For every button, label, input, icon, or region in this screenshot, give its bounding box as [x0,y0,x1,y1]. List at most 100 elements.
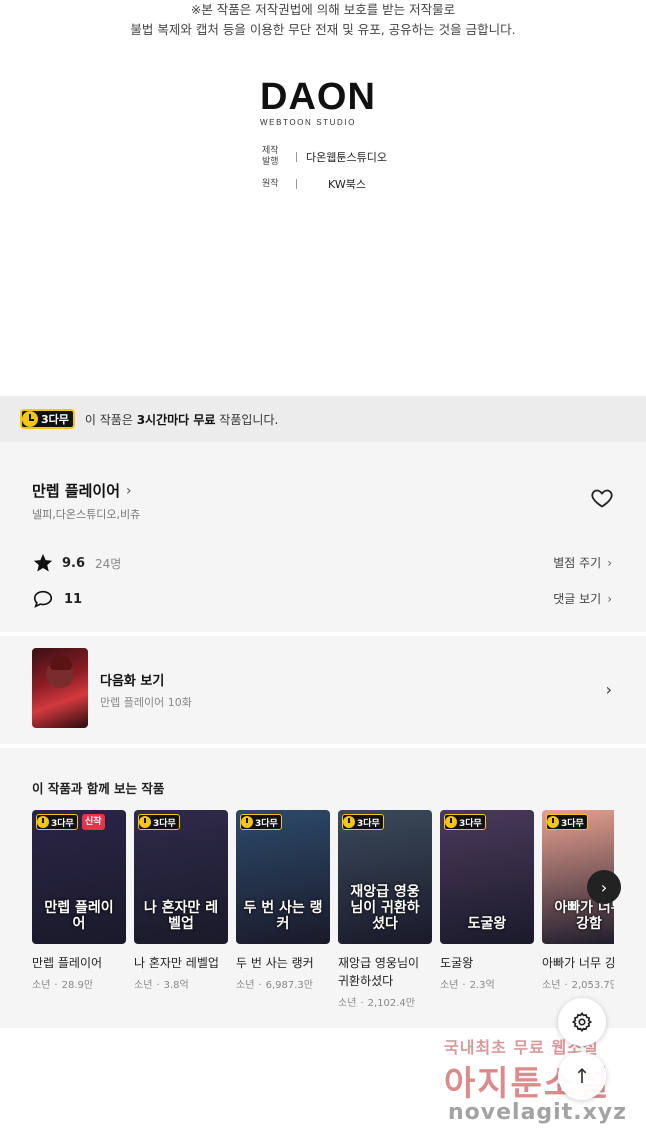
recommendation-card[interactable]: 3다무 신작 만렙 플레이어 만렙 플레이어 소년 · 28.9만 [32,810,126,991]
recommendations-section: 이 작품과 함께 보는 작품 3다무 신작 만렙 플레이어 만렙 플레이어 소년… [0,748,646,1028]
card-genre: 소년 [134,980,153,991]
credit-value: 다온웹툰스튜디오 [306,151,387,164]
studio-logo-text: DAON [260,76,376,118]
card-cover: 3다무 두 번 사는 랭커 [236,810,330,944]
carousel-next-button[interactable]: › [587,870,621,904]
next-episode-row[interactable]: 다음화 보기 만렙 플레이어 10화 › [0,636,646,744]
card-cover: 3다무 나 혼자만 레벨업 [134,810,228,944]
notice-line-1: ※본 작품은 저작권법에 의해 보호를 받는 저작물로 [190,2,456,17]
card-meta: 소년 · 6,987.3만 [236,980,313,991]
card-meta: 소년 · 2.3억 [440,980,495,991]
credits: 제작 발행 다온웹툰스튜디오 원작 KW북스 [262,146,387,200]
card-views: 3.8억 [163,980,189,991]
credit-value: KW북스 [328,178,366,191]
recommendation-card[interactable]: 3다무 나 혼자만 레벨업 나 혼자만 레벨업 소년 · 3.8억 [134,810,228,991]
card-genre: 소년 [440,980,459,991]
notice-line-2: 불법 복제와 캡처 등을 이용한 무단 전재 및 유포, 공유하는 것을 금합니… [130,22,516,37]
recommendation-card[interactable]: 3다무 도굴왕 도굴왕 소년 · 2.3억 [440,810,534,991]
card-meta: 소년 · 2,102.4만 [338,998,415,1009]
heart-icon[interactable] [590,486,614,510]
card-views: 2,053.7만 [571,980,614,991]
card-title: 두 번 사는 랭커 [236,956,314,970]
arrow-up-icon: ↑ [573,1064,591,1088]
rate-button[interactable]: 별점 주기 › [553,554,612,571]
card-views: 2,102.4만 [367,998,415,1009]
free-badge: 3다무 [36,814,78,830]
card-cover-title: 도굴왕 [467,916,507,932]
work-title-link[interactable]: 만렙 플레이어 › [32,480,132,501]
free-badge-label: 3다무 [459,818,482,829]
card-cover-title: 아빠가 너무 강함 [554,900,614,932]
chevron-right-icon: › [605,680,612,699]
free-badge: 3다무 [138,814,180,830]
free-badge: 3다무 [444,814,486,830]
divider [296,152,297,162]
recommendation-card[interactable]: 3다무 재앙급 영웅님이 귀환하셨다 재앙급 영웅님이 귀환하셨다 소년 · 2,1… [338,810,432,1009]
card-cover: 3다무 도굴왕 [440,810,534,944]
card-cover: 3다무 재앙급 영웅님이 귀환하셨다 [338,810,432,944]
rate-label: 별점 주기 [553,556,602,570]
chevron-right-icon: › [607,555,612,570]
card-views: 28.9만 [61,980,94,991]
free-badge-label: 3다무 [357,818,380,829]
card-title: 재앙급 영웅님이 귀환하셨다 [338,956,420,988]
divider [296,179,297,189]
card-meta: 소년 · 3.8억 [134,980,189,991]
scroll-top-button[interactable]: ↑ [558,1052,606,1100]
settings-button[interactable] [558,998,606,1046]
free-badge-label: 3다무 [41,413,69,426]
clock-icon [547,816,559,828]
card-cover-title: 재앙급 영웅님이 귀환하셨다 [350,884,420,932]
card-meta: 소년·2,053.7만 [542,976,614,991]
free-badge-label: 3다무 [51,818,74,829]
recommendations-carousel: 3다무 신작 만렙 플레이어 만렙 플레이어 소년 · 28.9만 3다무 나 혼자… [32,810,614,1020]
copyright-notice: ※본 작품은 저작권법에 의해 보호를 받는 저작물로 불법 복제와 캡처 등을… [0,0,646,40]
card-cover: 3다무 신작 만렙 플레이어 [32,810,126,944]
comments-button[interactable]: 댓글 보기 › [553,590,612,607]
work-info-panel: 만렙 플레이어 › 넬피,다온스튜디오,비츄 9.6 24명 별점 주기 › 1… [0,442,646,632]
free-badge: 3다무 [546,814,588,830]
next-episode-thumbnail [32,648,88,728]
free-badge: 3다무 [20,409,75,429]
next-episode-sub: 만렙 플레이어 10화 [100,696,192,709]
clock-icon [241,816,253,828]
card-meta: 소년 · 28.9만 [32,980,94,991]
rating-row: 9.6 24명 [32,552,121,574]
studio-logo-sub: WEBTOON STUDIO [260,118,357,127]
clock-icon [139,816,151,828]
watermark-line-3: novelagit.xyz [448,1100,627,1125]
chevron-right-icon: › [607,591,612,606]
credit-row-original: 원작 KW북스 [262,176,387,192]
credit-row-production: 제작 발행 다온웹툰스튜디오 [262,146,387,168]
next-episode-label: 다음화 보기 [100,674,165,689]
card-title: 아빠가 너무 강함 [542,956,614,970]
free-badge: 3다무 [240,814,282,830]
card-views: 2.3억 [469,980,495,991]
card-title: 도굴왕 [440,956,474,970]
card-cover-title: 나 혼자만 레벨업 [143,900,219,932]
watermark: 국내최초 무료 웹소설 아지툰소설 novelagit.xyz [412,1028,642,1140]
credit-label: 제작 발행 [262,146,279,167]
comments-row: 11 [32,588,82,610]
rating-value: 9.6 [62,555,86,571]
clock-icon [445,816,457,828]
card-views: 6,987.3만 [265,980,313,991]
star-icon [33,553,53,572]
free-notice-bar: 3다무 이 작품은 3시간마다 무료 작품입니다. [0,396,646,442]
clock-icon [37,816,49,828]
work-authors: 넬피,다온스튜디오,비츄 [32,508,141,521]
free-badge-label: 3다무 [255,818,278,829]
recommendation-card[interactable]: 3다무 두 번 사는 랭커 두 번 사는 랭커 소년 · 6,987.3만 [236,810,330,991]
card-genre: 소년 [32,980,51,991]
card-title: 만렙 플레이어 [32,956,103,970]
card-cover-title: 만렙 플레이어 [44,900,114,932]
free-text-before: 이 작품은 [84,412,137,427]
clock-icon [22,411,38,427]
free-text-bold: 3시간마다 무료 [136,412,216,427]
new-badge: 신작 [82,814,105,830]
rating-count: 24명 [95,556,122,571]
card-genre: 소년 [236,980,255,991]
free-text-after: 작품입니다. [215,412,279,427]
clock-icon [343,816,355,828]
card-title: 나 혼자만 레벨업 [134,956,219,970]
